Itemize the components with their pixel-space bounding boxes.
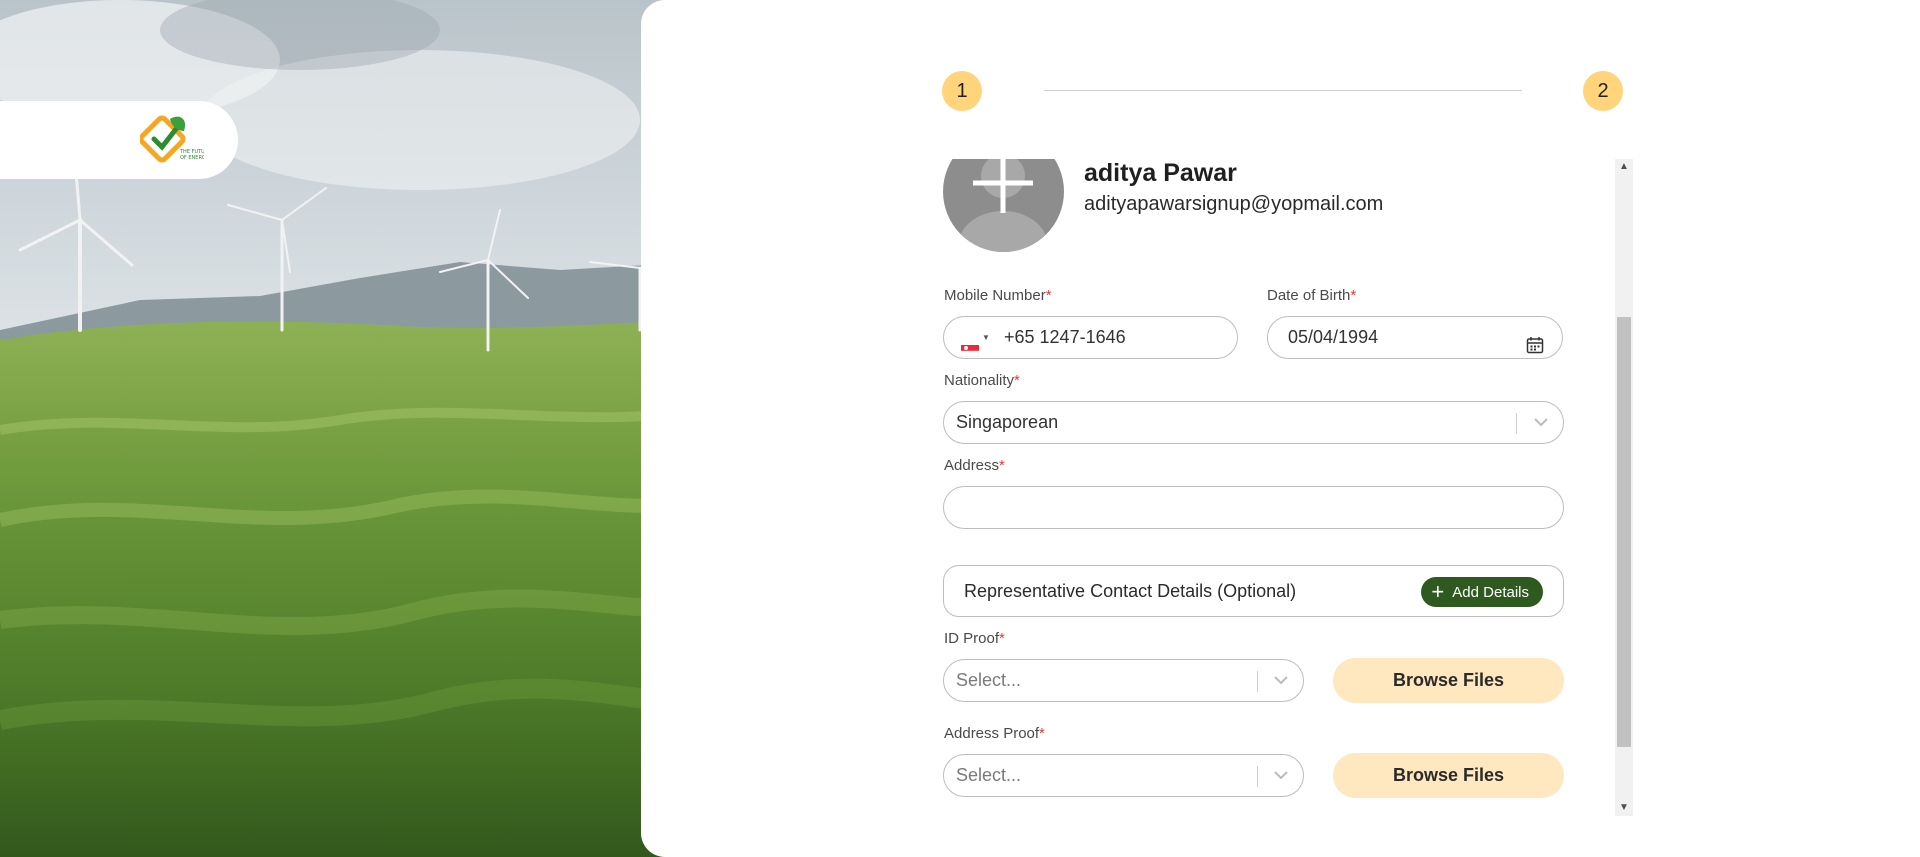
- hero-image: THE FUTURE OF ENERGY: [0, 0, 700, 857]
- id-proof-browse-button[interactable]: Browse Files: [1333, 658, 1564, 703]
- select-separator: [1516, 413, 1517, 434]
- profile-email: adityapawarsignup@yopmail.com: [1084, 193, 1384, 215]
- form-scrollbar[interactable]: ▲ ▼: [1615, 159, 1633, 816]
- mobile-label: Mobile Number*: [944, 287, 1052, 304]
- address-input[interactable]: [943, 486, 1564, 529]
- form-scroll-area[interactable]: aditya Pawar adityapawarsignup@yopmail.c…: [943, 159, 1633, 816]
- plus-icon: +: [1431, 579, 1445, 604]
- scrollbar-thumb[interactable]: [1617, 317, 1631, 747]
- nationality-value: Singaporean: [956, 412, 1059, 432]
- address-proof-browse-button[interactable]: Browse Files: [1333, 753, 1564, 798]
- dob-value: 05/04/1994: [1288, 327, 1379, 347]
- id-proof-label: ID Proof*: [944, 630, 1005, 647]
- representative-label: Representative Contact Details (Optional…: [964, 581, 1297, 601]
- id-proof-placeholder: Select...: [956, 670, 1022, 690]
- chevron-down-icon[interactable]: [1531, 402, 1551, 443]
- representative-contact-section: Representative Contact Details (Optional…: [943, 565, 1564, 617]
- add-details-label: Add Details: [1452, 583, 1529, 601]
- avatar-placeholder-icon: [958, 159, 1048, 252]
- address-proof-placeholder: Select...: [956, 765, 1022, 785]
- logo-container: THE FUTURE OF ENERGY: [0, 101, 238, 179]
- address-label: Address*: [944, 457, 1005, 474]
- scroll-up-arrow-icon[interactable]: ▲: [1615, 159, 1633, 175]
- step-indicator-1: 1: [942, 71, 982, 111]
- chevron-down-icon[interactable]: [1271, 660, 1291, 701]
- singapore-flag-icon[interactable]: [960, 331, 980, 358]
- step-indicator-2: 2: [1583, 71, 1623, 111]
- avatar-upload[interactable]: [943, 159, 1064, 252]
- dob-label: Date of Birth*: [1267, 287, 1357, 304]
- step-connector: [1044, 90, 1522, 91]
- mobile-input[interactable]: ▼ +65 1247-1646: [943, 316, 1238, 359]
- svg-text:OF ENERGY: OF ENERGY: [180, 155, 204, 161]
- address-proof-select[interactable]: Select...: [943, 754, 1304, 797]
- select-separator: [1257, 766, 1258, 787]
- id-proof-select[interactable]: Select...: [943, 659, 1304, 702]
- calendar-icon[interactable]: [1526, 328, 1544, 354]
- address-proof-label: Address Proof*: [944, 725, 1045, 742]
- brand-logo-icon: THE FUTURE OF ENERGY: [140, 115, 204, 163]
- profile-name: aditya Pawar: [1084, 159, 1237, 187]
- chevron-down-icon[interactable]: [1271, 755, 1291, 796]
- add-details-button[interactable]: + Add Details: [1421, 577, 1543, 607]
- dob-input[interactable]: 05/04/1994: [1267, 316, 1563, 359]
- nationality-select[interactable]: Singaporean: [943, 401, 1564, 444]
- nationality-label: Nationality*: [944, 372, 1020, 389]
- select-separator: [1257, 671, 1258, 692]
- country-dropdown-caret-icon[interactable]: ▼: [982, 317, 990, 358]
- mobile-value: +65 1247-1646: [1004, 327, 1126, 347]
- scroll-down-arrow-icon[interactable]: ▼: [1615, 800, 1633, 816]
